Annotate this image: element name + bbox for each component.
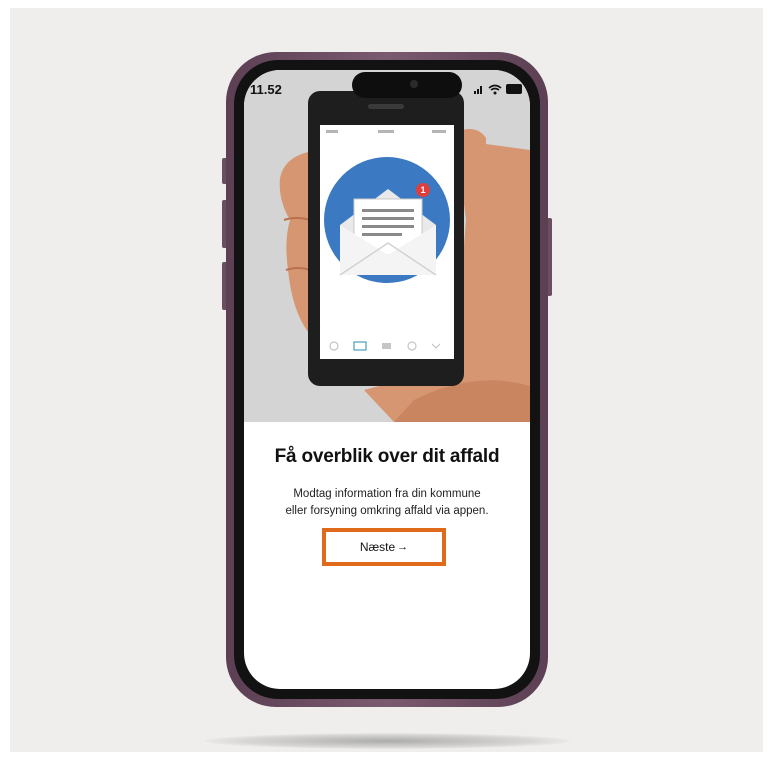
notification-badge: 1 [416, 183, 430, 197]
page-title: Få overblik over dit affald [274, 446, 500, 467]
signal-icon [474, 86, 482, 94]
description-line-1: Modtag information fra din kommune [293, 488, 481, 500]
next-button-label: Næste [359, 540, 396, 554]
illustration-phone-speaker [368, 104, 404, 109]
phone-shadow [205, 733, 570, 749]
illustration-tab-bar [329, 341, 441, 351]
onboarding-description: Modtag information fra din kommune eller… [250, 486, 524, 520]
illustration-status-bar [326, 130, 446, 133]
wifi-icon [488, 84, 502, 95]
description-line-2: eller forsyning omkring affald via appen… [285, 505, 489, 517]
battery-icon [506, 84, 522, 94]
dynamic-island [352, 72, 462, 98]
status-icons [474, 84, 522, 95]
arrow-right-icon: → [397, 541, 409, 553]
onboarding-illustration: 1 [244, 70, 530, 422]
onboarding-content: Få overblik over dit affald Modtag infor… [244, 422, 530, 689]
front-camera [410, 80, 418, 88]
illustration-phone-screen: 1 [320, 125, 454, 359]
next-button[interactable]: Næste → [322, 528, 446, 566]
phone-screen: 1 11.52 Få overblik over dit affald Modt… [244, 70, 530, 689]
status-time: 11.52 [250, 82, 282, 97]
